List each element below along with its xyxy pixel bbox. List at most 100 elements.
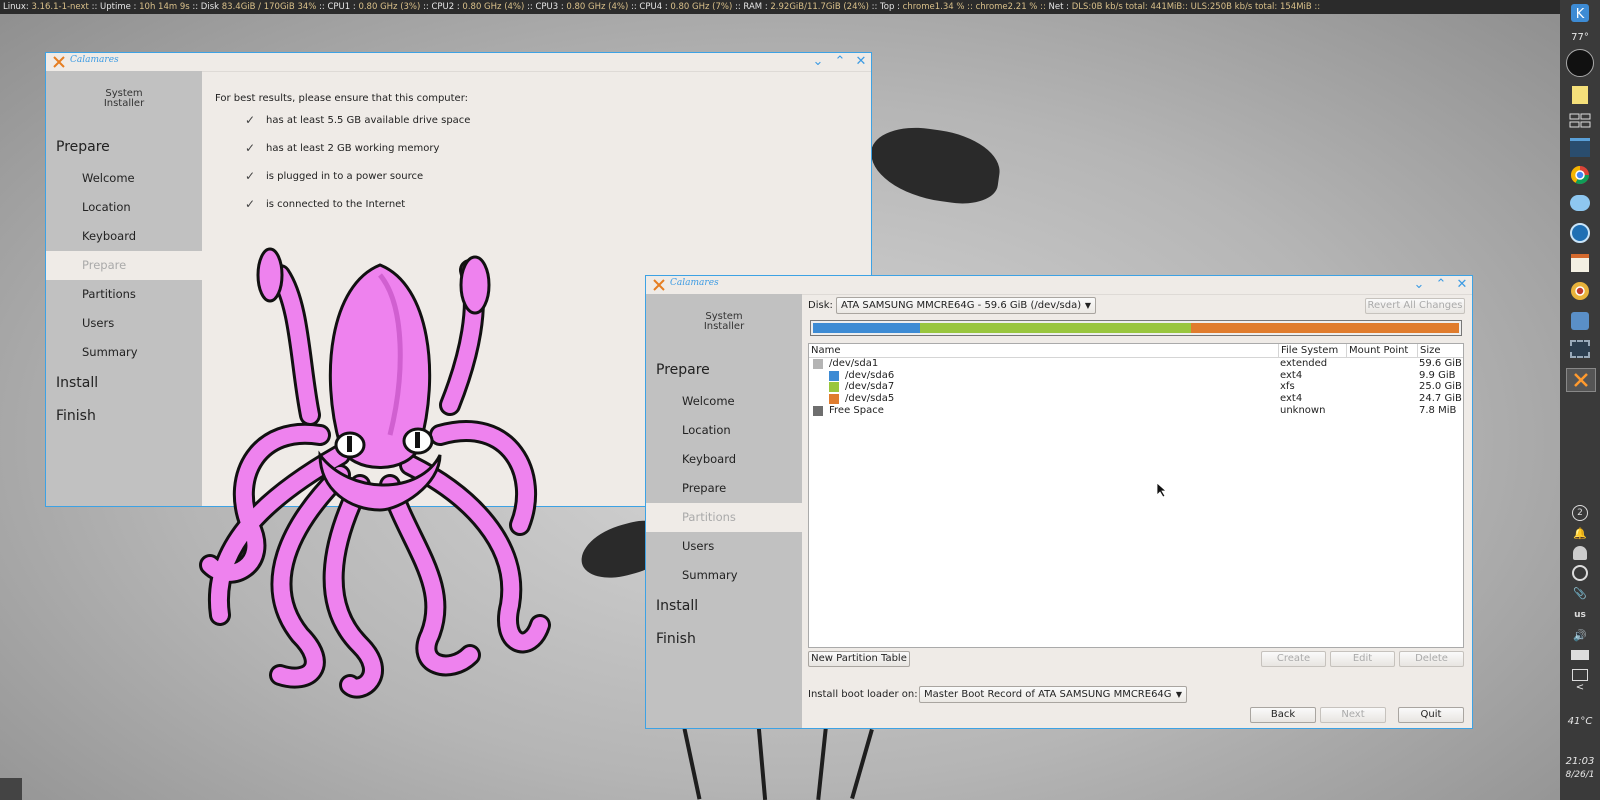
chrome-icon[interactable] [1566,164,1594,186]
dropdown-arrow-icon: ▼ [1175,690,1182,699]
status-value: 3.16.1-1-next [31,2,89,12]
weather-temp: 77° [1571,32,1589,43]
window-switcher-icon[interactable] [1566,110,1594,132]
delete-button[interactable]: Delete [1399,651,1464,667]
sidebar-item-prepare: Prepare [682,481,727,495]
partition-row[interactable]: /dev/sda1 extended 59.6 GiB [809,358,1463,370]
calamares-app-icon [653,279,665,291]
status-value: 0.80 GHz (4%) [462,2,525,12]
maximize-icon[interactable]: ⌃ [1434,278,1448,292]
keyboard-layout-indicator[interactable]: us [1566,604,1594,626]
partition-filesystem: unknown [1280,404,1326,416]
new-partition-table-button[interactable]: New Partition Table [808,651,910,667]
sidebar-item-keyboard: Keyboard [82,229,137,243]
status-value: chrome [902,2,935,12]
wallpaper-stem [816,727,828,800]
window-title: Calamares [670,278,719,288]
paperclip-icon[interactable]: 📎 [1566,582,1594,604]
settings-tools-icon[interactable] [1566,310,1594,332]
status-value: 83.4GiB / 170GiB 34% [221,2,317,12]
status-value: 0.80 GHz (4%) [566,2,629,12]
window-titlebar[interactable]: Calamares ⌄ ⌃ ✕ [46,53,871,72]
notification-badge[interactable]: 2 [1566,502,1594,524]
status-value: 1.34 % :: chrome [934,2,1008,12]
battery-icon[interactable] [1566,644,1594,666]
checkmark-icon: ✓ [245,113,256,127]
clock-date[interactable]: 8/26/1 [1560,770,1600,780]
create-button[interactable]: Create [1261,651,1326,667]
partition-row[interactable]: /dev/sda5 ext4 24.7 GiB [809,393,1463,405]
calendar-icon[interactable] [1566,252,1594,274]
column-header-mountpoint[interactable]: Mount Point [1347,344,1418,357]
requirements-intro: For best results, please ensure that thi… [215,93,469,104]
column-header-size[interactable]: Size [1418,344,1465,357]
bootloader-select[interactable]: Master Boot Record of ATA SAMSUNG MMCRE6… [919,686,1187,703]
moon-icon[interactable] [1566,49,1594,77]
sidebar-section-prepare: Prepare [656,362,710,378]
installer-sidebar: System Installer Prepare Welcome Locatio… [646,294,802,728]
kde-menu-icon[interactable]: K [1566,2,1594,24]
sidebar-section-finish: Finish [656,631,696,647]
window-titlebar[interactable]: Calamares ⌄ ⌃ ✕ [646,276,1472,295]
checkmark-icon: ✓ [245,141,256,155]
partition-bar-segment [1190,323,1459,333]
back-button[interactable]: Back [1250,707,1316,723]
notes-icon[interactable] [1566,84,1594,106]
sidebar-item-location: Location [82,200,131,214]
right-dock-panel: K 77° 2 🔔 📎 us 🔊 < 41°C 21:03 8/26/1 [1560,0,1600,800]
status-label: :: RAM : [732,2,771,12]
next-button[interactable]: Next [1320,707,1386,723]
close-icon[interactable]: ✕ [1455,278,1469,292]
partition-color-swatch [829,382,839,393]
eye-icon[interactable] [1566,222,1594,244]
partition-size: 9.9 GiB [1419,369,1456,381]
maximize-icon[interactable]: ⌃ [833,55,847,69]
minimize-icon[interactable]: ⌄ [811,55,825,69]
disk-label: Disk: [808,300,833,311]
sidebar-item-welcome: Welcome [82,171,135,185]
partition-size: 24.7 GiB [1419,393,1462,405]
wallpaper-stem [850,728,874,800]
sidebar-item-users: Users [682,539,715,553]
video-icon[interactable] [1566,338,1594,360]
status-value: 10h 14m 9s [139,2,190,12]
partition-name: /dev/sda7 [845,381,895,393]
partition-row[interactable]: /dev/sda6 ext4 9.9 GiB [809,370,1463,382]
partition-color-swatch [829,370,839,381]
partition-filesystem: extended [1280,358,1328,369]
expand-chevron[interactable]: < [1560,682,1600,693]
disk-select[interactable]: ATA SAMSUNG MMCRE64G - 59.6 GiB (/dev/sd… [836,297,1096,314]
desktop-toolbox-button[interactable] [0,778,22,800]
quit-button[interactable]: Quit [1398,707,1464,723]
requirement-text: has at least 5.5 GB available drive spac… [266,115,471,126]
partition-row[interactable]: /dev/sda7 xfs 25.0 GiB [809,381,1463,393]
cloud-icon[interactable] [1566,192,1594,214]
status-label: :: CPU2 : [420,2,463,12]
sidebar-header: System Installer [646,294,802,354]
edit-button[interactable]: Edit [1330,651,1395,667]
column-header-filesystem[interactable]: File System [1279,344,1347,357]
revert-all-changes-button[interactable]: Revert All Changes [1365,298,1465,314]
chrome-canary-icon[interactable] [1566,280,1594,302]
close-icon[interactable]: ✕ [854,55,868,69]
update-icon[interactable] [1566,562,1594,584]
file-manager-icon[interactable] [1566,136,1594,158]
minimize-icon[interactable]: ⌄ [1412,278,1426,292]
cpu-temperature: 41°C [1567,716,1593,727]
partition-row[interactable]: Free Space unknown 7.8 MiB [809,405,1463,417]
bell-icon[interactable]: 🔔 [1566,522,1594,544]
volume-icon[interactable]: 🔊 [1566,624,1594,646]
sidebar-section-finish: Finish [56,408,96,424]
partition-name: /dev/sda6 [845,369,895,381]
partition-color-swatch [813,405,823,416]
checkmark-icon: ✓ [245,169,256,183]
ghost-icon[interactable] [1566,542,1594,564]
column-header-name[interactable]: Name [809,344,1279,357]
dropdown-arrow-icon: ▼ [1084,301,1091,310]
wallpaper-stem [756,727,768,800]
calamares-taskbar-icon[interactable] [1566,368,1596,392]
sidebar-item-keyboard: Keyboard [682,452,737,466]
partition-filesystem: ext4 [1280,393,1303,405]
svg-text:K: K [1576,7,1585,22]
clock-time[interactable]: 21:03 [1560,756,1600,767]
